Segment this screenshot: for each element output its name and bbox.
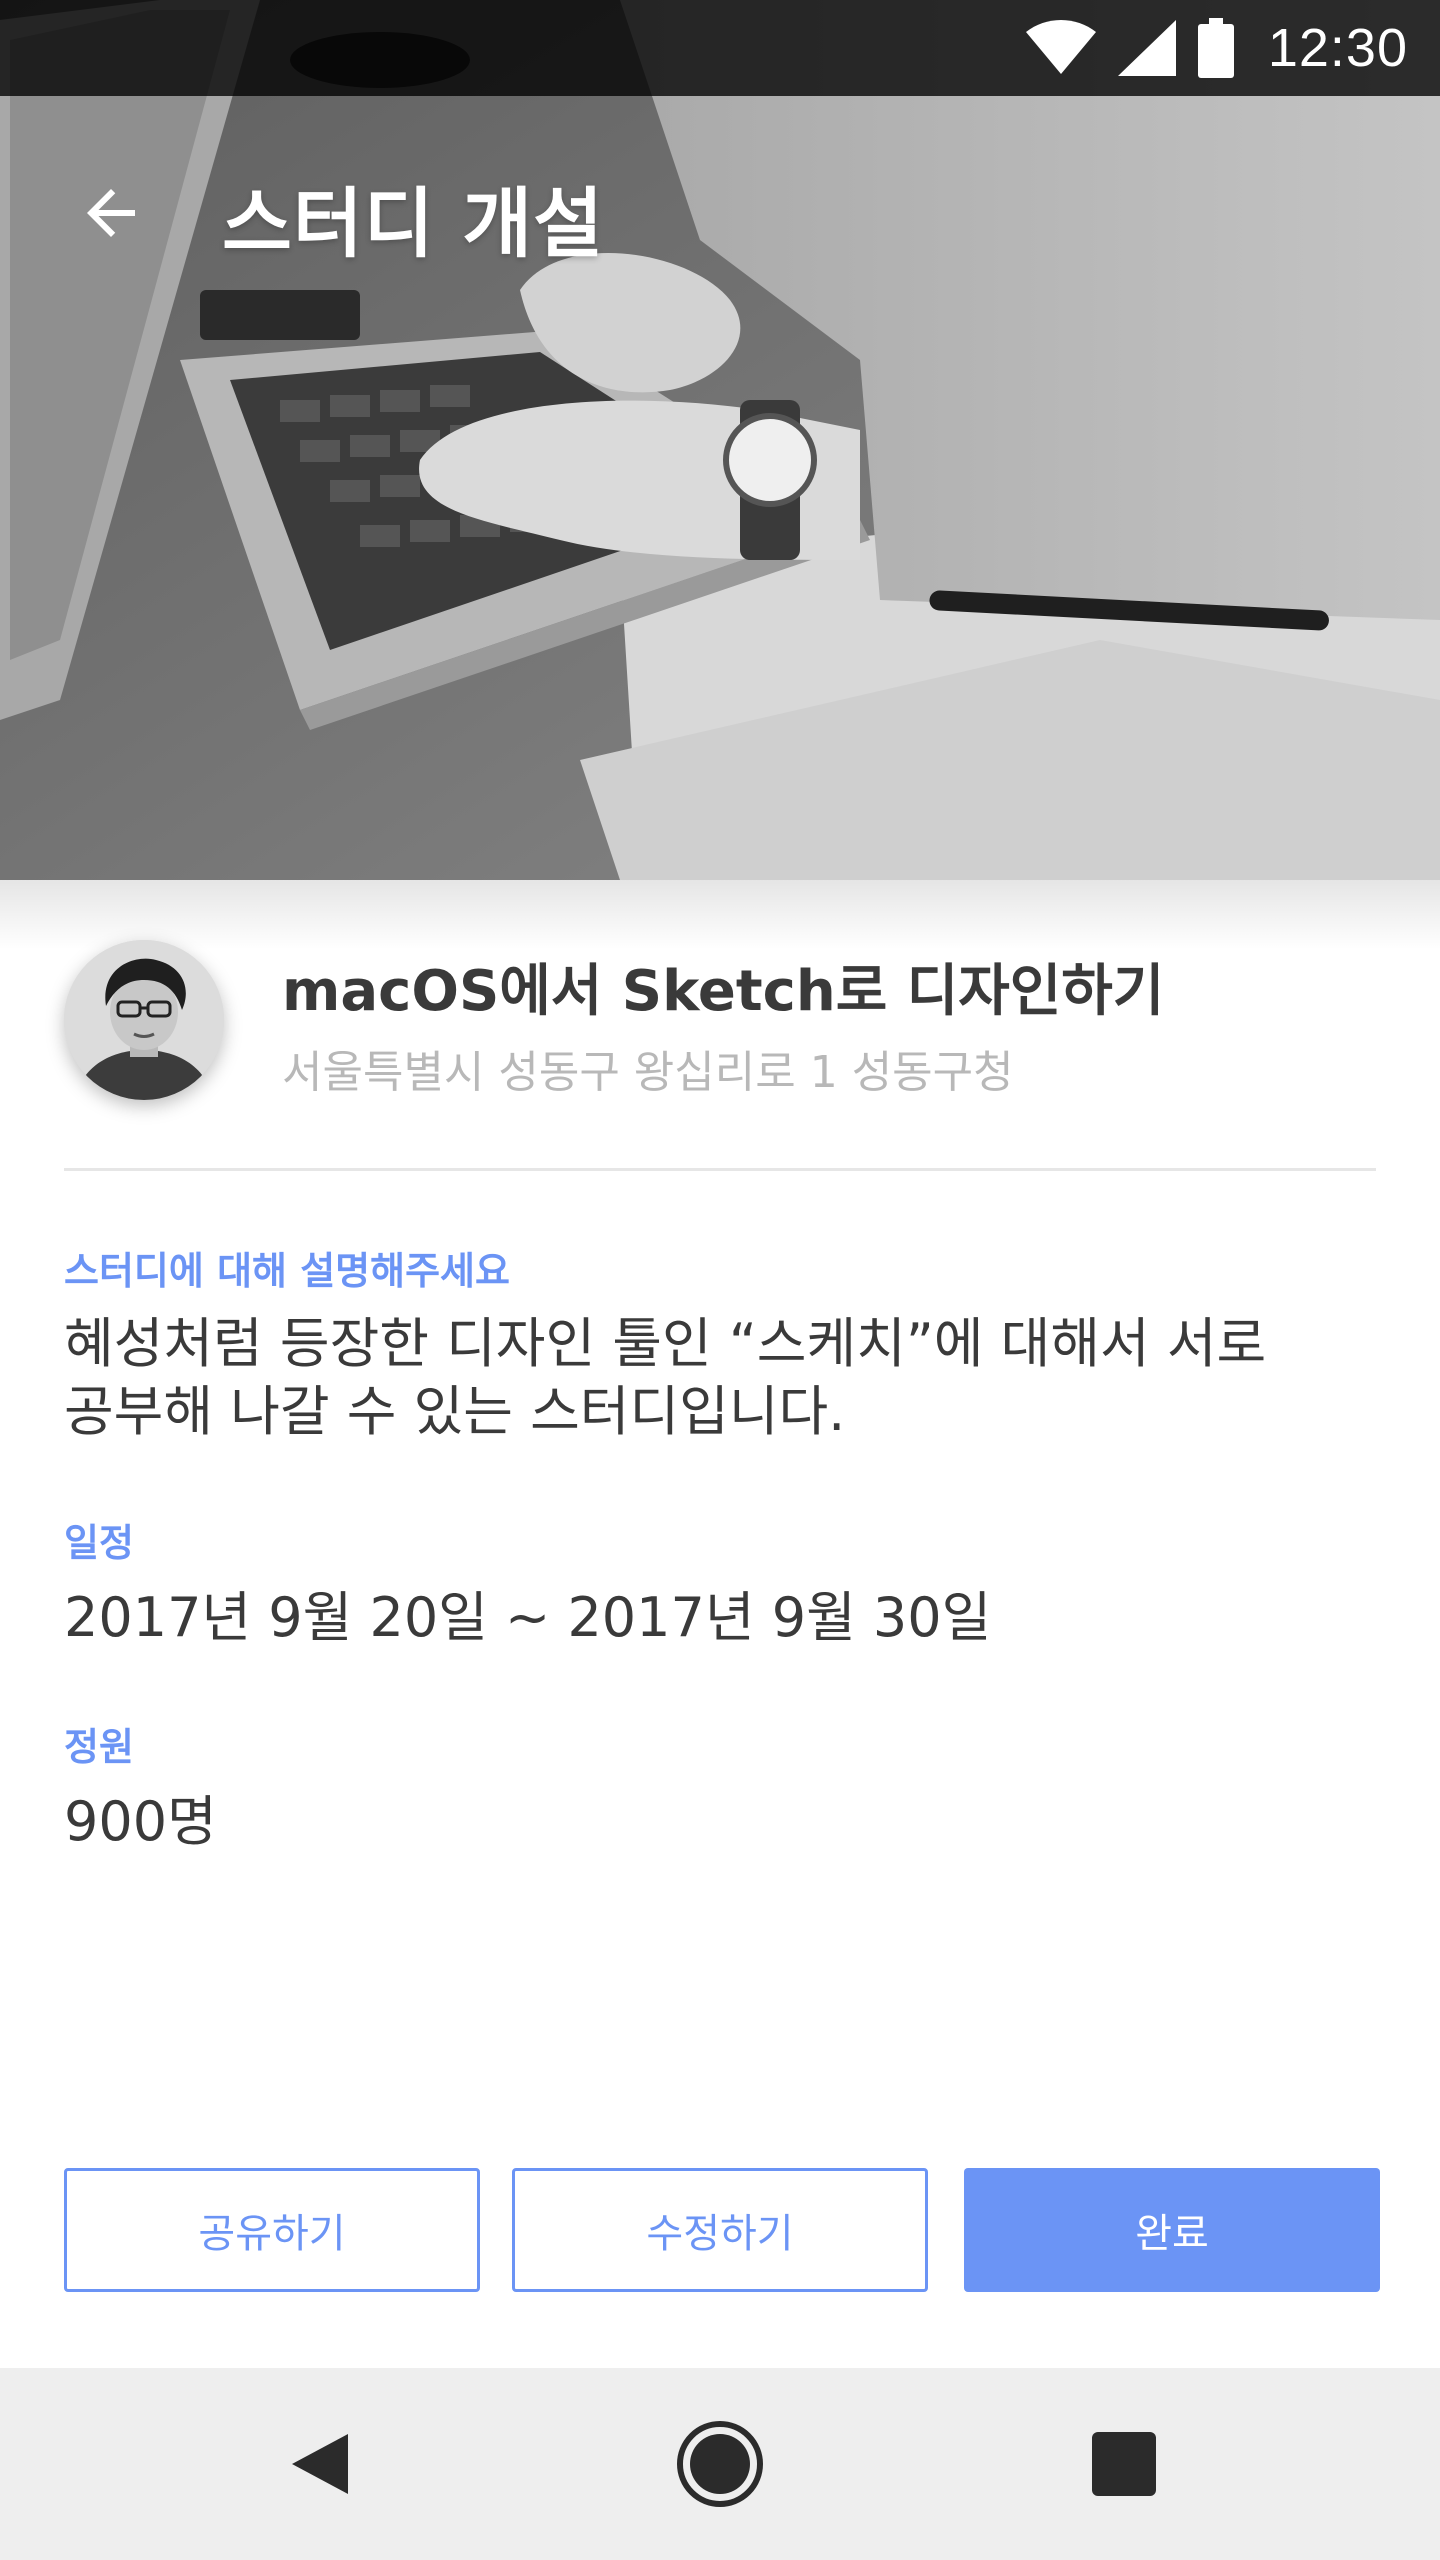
app-bar: 스터디 개설 (0, 96, 1440, 328)
page-title: 스터디 개설 (222, 179, 605, 268)
description-text: 혜성처럼 등장한 디자인 툴인 “스케치”에 대해서 서로 공부해 나갈 수 있… (64, 1310, 1364, 1446)
back-button[interactable] (56, 158, 166, 268)
done-button[interactable]: 완료 (964, 2168, 1380, 2292)
edit-button-label: 수정하기 (646, 2211, 794, 2257)
nav-recents-button[interactable] (1068, 2408, 1180, 2520)
study-title: macOS에서 Sketch로 디자인하기 (282, 959, 1165, 1024)
study-address: 서울특별시 성동구 왕십리로 1 성동구청 (282, 1047, 1014, 1098)
study-summary: macOS에서 Sketch로 디자인하기 서울특별시 성동구 왕십리로 1 성… (64, 940, 1376, 1110)
cellular-signal-icon (1117, 20, 1176, 76)
battery-icon (1197, 18, 1234, 78)
edit-button[interactable]: 수정하기 (512, 2168, 928, 2292)
nav-recents-icon (1092, 2432, 1156, 2496)
capacity-value: 900명 (64, 1790, 217, 1853)
done-button-label: 완료 (1135, 2211, 1209, 2257)
nav-home-icon (677, 2421, 763, 2507)
status-bar: 12:30 (0, 0, 1440, 96)
description-line-1: 혜성처럼 등장한 디자인 툴인 “스케치”에 대해서 서로 (64, 1312, 1267, 1375)
system-nav-bar (0, 2368, 1440, 2560)
hero-image: 12:30 스터디 개설 (0, 0, 1440, 880)
nav-back-icon (292, 2434, 348, 2494)
avatar (64, 940, 224, 1100)
share-button-label: 공유하기 (198, 2211, 346, 2257)
study-create-screen: 12:30 스터디 개설 macOS에서 Sketch로 디자인하기 서울특별시… (0, 0, 1440, 2560)
nav-home-button[interactable] (664, 2408, 776, 2520)
wifi-icon (1025, 20, 1096, 74)
schedule-value: 2017년 9월 20일 ~ 2017년 9월 30일 (64, 1586, 992, 1649)
share-button[interactable]: 공유하기 (64, 2168, 480, 2292)
schedule-label: 일정 (64, 1521, 134, 1565)
nav-back-button[interactable] (264, 2408, 376, 2520)
divider (64, 1168, 1376, 1171)
description-line-2: 공부해 나갈 수 있는 스터디입니다. (64, 1380, 846, 1443)
description-label: 스터디에 대해 설명해주세요 (64, 1249, 510, 1293)
arrow-back-icon (87, 189, 135, 237)
status-time: 12:30 (1267, 18, 1408, 78)
host-photo (64, 940, 224, 1100)
capacity-label: 정원 (64, 1725, 134, 1769)
